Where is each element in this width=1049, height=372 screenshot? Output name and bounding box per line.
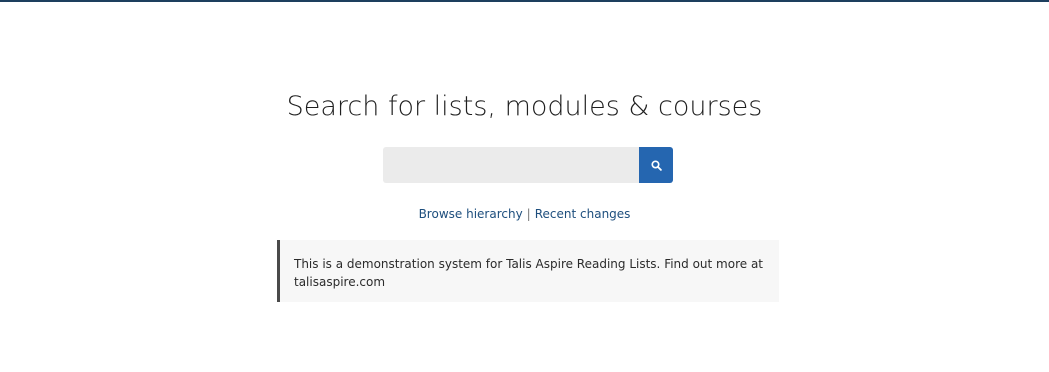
nav-links: Browse hierarchy | Recent changes	[0, 205, 1049, 223]
demo-notice: This is a demonstration system for Talis…	[277, 240, 779, 302]
search-button[interactable]	[639, 147, 673, 183]
browse-hierarchy-link[interactable]: Browse hierarchy	[419, 207, 523, 221]
search-input[interactable]	[383, 147, 639, 183]
recent-changes-link[interactable]: Recent changes	[535, 207, 631, 221]
page-title: Search for lists, modules & courses	[286, 91, 763, 122]
search-form	[383, 147, 673, 183]
nav-separator: |	[526, 207, 531, 221]
search-icon	[650, 159, 662, 171]
demo-notice-text: This is a demonstration system for Talis…	[294, 257, 764, 289]
top-accent-bar	[0, 0, 1049, 2]
